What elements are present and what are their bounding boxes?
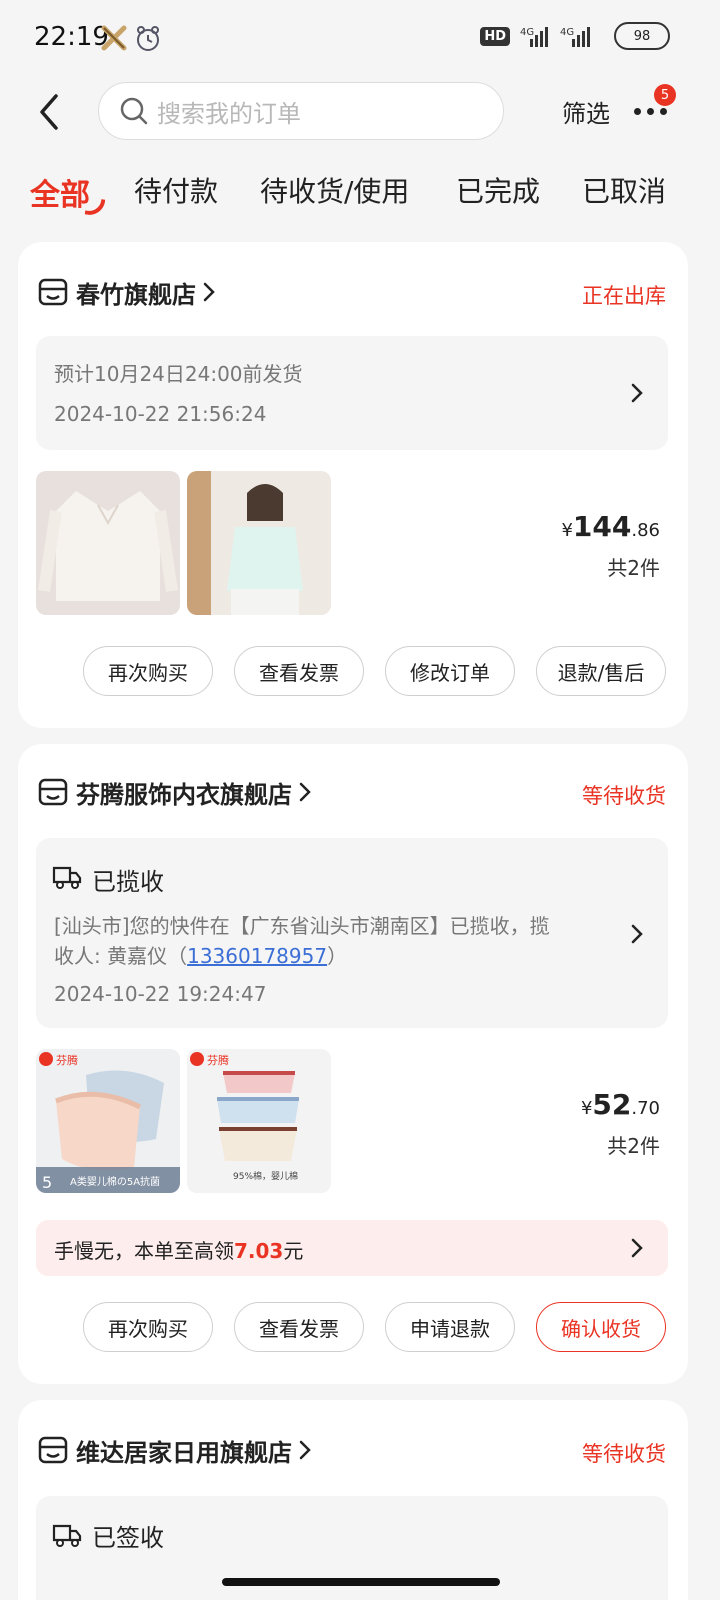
shop-name: 春竹旗舰店 bbox=[76, 280, 196, 309]
hd-badge: HD bbox=[480, 26, 510, 46]
order-status: 等待收货 bbox=[582, 784, 666, 808]
svg-text:A类婴儿棉の5A抗菌: A类婴儿棉の5A抗菌 bbox=[70, 1175, 160, 1188]
order-card: 芬腾服饰内衣旗舰店 等待收货 已揽收 [汕头市]您的快件在【广东省汕头市潮南区】… bbox=[18, 744, 688, 1384]
shop-link[interactable]: 芬腾服饰内衣旗舰店 bbox=[38, 772, 312, 812]
logistics-title: 已签收 bbox=[92, 1524, 164, 1552]
shop-icon bbox=[38, 778, 68, 806]
svg-text:芬腾: 芬腾 bbox=[56, 1053, 78, 1067]
status-right: HD 4G 4G 98 bbox=[480, 22, 670, 50]
order-status: 正在出库 bbox=[582, 284, 666, 308]
status-time: 22:19 bbox=[34, 22, 109, 52]
order-price: ¥52.70 bbox=[580, 1088, 660, 1121]
shop-link[interactable]: 春竹旗舰店 bbox=[38, 272, 216, 312]
estimated-ship-text: 预计10月24日24:00前发货 bbox=[54, 362, 303, 386]
tab-pending-receipt[interactable]: 待收货/使用 bbox=[260, 170, 409, 210]
view-invoice-button[interactable]: 查看发票 bbox=[234, 1302, 364, 1352]
top-bar: 搜索我的订单 筛选 5 bbox=[0, 78, 720, 146]
confirm-receipt-button[interactable]: 确认收货 bbox=[536, 1302, 666, 1352]
status-left-icons bbox=[100, 24, 162, 52]
more-dots-icon bbox=[634, 108, 667, 115]
battery-level: 98 bbox=[633, 28, 651, 44]
order-price: ¥144.86 bbox=[561, 510, 660, 543]
item-count: 共2件 bbox=[607, 1134, 660, 1158]
order-tabs: 全部 待付款 待收货/使用 已完成 已取消 bbox=[0, 164, 720, 224]
logistics-info-box[interactable]: 已揽收 [汕头市]您的快件在【广东省汕头市潮南区】已揽收，揽 收人: 黄嘉仪（1… bbox=[36, 838, 668, 1028]
signal-icon: 4G 4G bbox=[520, 27, 590, 47]
delivery-truck-icon bbox=[52, 1524, 82, 1547]
tab-cancelled[interactable]: 已取消 bbox=[582, 170, 666, 210]
svg-text:5: 5 bbox=[42, 1173, 52, 1192]
promo-banner[interactable]: 手慢无，本单至高领7.03元 bbox=[36, 1220, 668, 1276]
product-thumbnail[interactable] bbox=[36, 471, 180, 615]
logistics-detail-line2: 收人: 黄嘉仪（13360178957） bbox=[54, 944, 348, 968]
alarm-bear-icon bbox=[137, 26, 159, 51]
tab-completed[interactable]: 已完成 bbox=[456, 170, 540, 210]
modify-order-button[interactable]: 修改订单 bbox=[385, 646, 515, 696]
item-count: 共2件 bbox=[607, 556, 660, 580]
back-arrow-icon[interactable] bbox=[32, 90, 68, 134]
svg-text:4G: 4G bbox=[520, 27, 534, 38]
shop-icon bbox=[38, 1436, 68, 1464]
home-indicator[interactable] bbox=[222, 1578, 500, 1586]
order-search-input[interactable]: 搜索我的订单 bbox=[98, 82, 504, 140]
filter-button[interactable]: 筛选 bbox=[562, 94, 610, 129]
product-thumbnail[interactable]: 芬腾 5 A类婴儿棉の5A抗菌 bbox=[36, 1049, 180, 1193]
svg-text:95%棉，婴儿棉: 95%棉，婴儿棉 bbox=[233, 1170, 298, 1182]
buy-again-button[interactable]: 再次购买 bbox=[83, 646, 213, 696]
delivery-truck-icon bbox=[52, 866, 82, 889]
buy-again-button[interactable]: 再次购买 bbox=[83, 1302, 213, 1352]
logistics-title: 已揽收 bbox=[92, 868, 164, 896]
order-card: 春竹旗舰店 正在出库 预计10月24日24:00前发货 2024-10-22 2… bbox=[18, 242, 688, 728]
search-placeholder: 搜索我的订单 bbox=[157, 99, 301, 128]
more-menu-button[interactable]: 5 bbox=[632, 84, 676, 126]
product-thumbnail[interactable]: 芬腾 95%棉，婴儿棉 bbox=[187, 1049, 331, 1193]
shop-link[interactable]: 维达居家日用旗舰店 bbox=[38, 1430, 312, 1470]
order-card: 维达居家日用旗舰店 等待收货 已签收 bbox=[18, 1400, 688, 1600]
logistics-timestamp: 2024-10-22 19:24:47 bbox=[54, 982, 267, 1006]
svg-text:芬腾: 芬腾 bbox=[207, 1053, 229, 1067]
svg-text:4G: 4G bbox=[560, 27, 574, 38]
chevron-right-icon bbox=[299, 782, 311, 802]
tab-pending-payment[interactable]: 待付款 bbox=[134, 170, 218, 210]
shop-icon bbox=[38, 278, 68, 306]
product-thumbnail[interactable] bbox=[187, 471, 331, 615]
shipping-info-box[interactable]: 预计10月24日24:00前发货 2024-10-22 21:56:24 bbox=[36, 336, 668, 450]
chevron-right-icon bbox=[631, 1238, 643, 1258]
search-icon bbox=[120, 97, 148, 125]
chevron-right-icon bbox=[203, 282, 215, 302]
chevron-right-icon bbox=[299, 1440, 311, 1460]
shop-name: 维达居家日用旗舰店 bbox=[76, 1438, 292, 1467]
app-notification-icon bbox=[101, 25, 127, 51]
refund-aftersale-button[interactable]: 退款/售后 bbox=[536, 646, 666, 696]
order-status: 等待收货 bbox=[582, 1442, 666, 1466]
chevron-right-icon bbox=[631, 383, 643, 403]
promo-text: 手慢无，本单至高领7.03元 bbox=[54, 1239, 304, 1263]
status-bar: 22:19 HD 4G 4G 98 bbox=[0, 0, 720, 80]
courier-phone-link[interactable]: 13360178957 bbox=[187, 944, 327, 968]
shop-name: 芬腾服饰内衣旗舰店 bbox=[76, 780, 292, 809]
chevron-right-icon bbox=[631, 924, 643, 944]
apply-refund-button[interactable]: 申请退款 bbox=[385, 1302, 515, 1352]
promo-amount: 7.03 bbox=[234, 1239, 284, 1263]
view-invoice-button[interactable]: 查看发票 bbox=[234, 646, 364, 696]
battery-indicator: 98 bbox=[614, 22, 670, 50]
logistics-detail: [汕头市]您的快件在【广东省汕头市潮南区】已揽收，揽 bbox=[54, 914, 550, 938]
order-timestamp: 2024-10-22 21:56:24 bbox=[54, 402, 267, 426]
tab-active-indicator bbox=[84, 196, 106, 218]
notification-badge: 5 bbox=[654, 84, 676, 106]
tab-all[interactable]: 全部 bbox=[30, 170, 90, 214]
